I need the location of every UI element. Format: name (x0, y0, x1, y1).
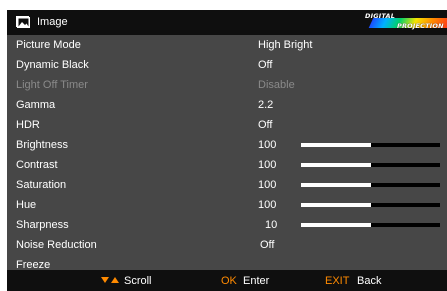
exit-key[interactable]: EXIT (325, 274, 349, 288)
logo-text-projection: PROJECTION (397, 22, 444, 30)
image-icon (16, 16, 30, 28)
menu-item-gamma[interactable]: Gamma 2.2 (7, 95, 447, 115)
digital-projection-logo: DIGITAL PROJECTION (363, 13, 447, 32)
ok-key[interactable]: OK (221, 274, 237, 288)
menu-item-value: High Bright (258, 39, 313, 51)
menu-item-hue[interactable]: Hue 100 (7, 195, 447, 215)
menu-item-label: Hue (16, 199, 37, 211)
hue-slider[interactable] (301, 203, 440, 207)
menu-item-value: 100 (258, 179, 277, 191)
menu-item-label: HDR (16, 119, 40, 131)
enter-hint: Enter (243, 275, 270, 287)
menu-item-sharpness[interactable]: Sharpness 10 (7, 215, 447, 235)
menu-item-value: 10 (265, 219, 278, 231)
menu-item-dynamic-black[interactable]: Dynamic Black Off (7, 55, 447, 75)
saturation-slider[interactable] (301, 183, 440, 187)
menu-item-value: Off (258, 59, 273, 71)
menu-item-label: Saturation (16, 179, 67, 191)
menu-item-label: Noise Reduction (16, 239, 97, 251)
menu-item-label: Gamma (16, 99, 56, 111)
contrast-slider-fill (301, 163, 371, 167)
back-hint: Back (357, 275, 382, 287)
menu-item-value: Off (260, 239, 275, 251)
menu-item-label: Light Off Timer (16, 79, 88, 91)
menu-item-light-off-timer: Light Off Timer Disable (7, 75, 447, 95)
menu-item-value: 100 (258, 159, 277, 171)
up-down-arrows-icon (101, 277, 119, 283)
menu-title: Image (37, 16, 68, 28)
menu-item-value: 100 (258, 139, 277, 151)
menu-item-label: Brightness (16, 139, 68, 151)
sharpness-slider[interactable] (301, 223, 440, 227)
menu-item-label: Picture Mode (16, 39, 81, 51)
saturation-slider-fill (301, 183, 371, 187)
sharpness-slider-fill (301, 223, 371, 227)
hue-slider-fill (301, 203, 371, 207)
contrast-slider[interactable] (301, 163, 440, 167)
menu-item-value: 100 (258, 199, 277, 211)
menu-item-brightness[interactable]: Brightness 100 (7, 135, 447, 155)
menu-item-picture-mode[interactable]: Picture Mode High Bright (7, 35, 447, 55)
menu-item-value: Disable (258, 79, 295, 91)
menu-item-saturation[interactable]: Saturation 100 (7, 175, 447, 195)
menu-item-label: Dynamic Black (16, 59, 89, 71)
image-menu-panel: Image DIGITAL PROJECTION Picture Mode Hig… (7, 10, 447, 291)
menu-item-value: Off (258, 119, 273, 131)
logo-text-digital: DIGITAL (365, 12, 396, 20)
brightness-slider-fill (301, 143, 371, 147)
menu-item-noise-reduction[interactable]: Noise Reduction Off (7, 235, 447, 255)
menu-item-label: Sharpness (16, 219, 69, 231)
menu-item-contrast[interactable]: Contrast 100 (7, 155, 447, 175)
menu-item-value: 2.2 (258, 99, 274, 111)
menu-item-hdr[interactable]: HDR Off (7, 115, 447, 135)
menu-item-label: Contrast (16, 159, 58, 171)
scroll-hint: Scroll (124, 275, 152, 287)
menu-footer: Scroll OK Enter EXIT Back (7, 270, 447, 291)
brightness-slider[interactable] (301, 143, 440, 147)
menu-header: Image DIGITAL PROJECTION (7, 10, 447, 35)
